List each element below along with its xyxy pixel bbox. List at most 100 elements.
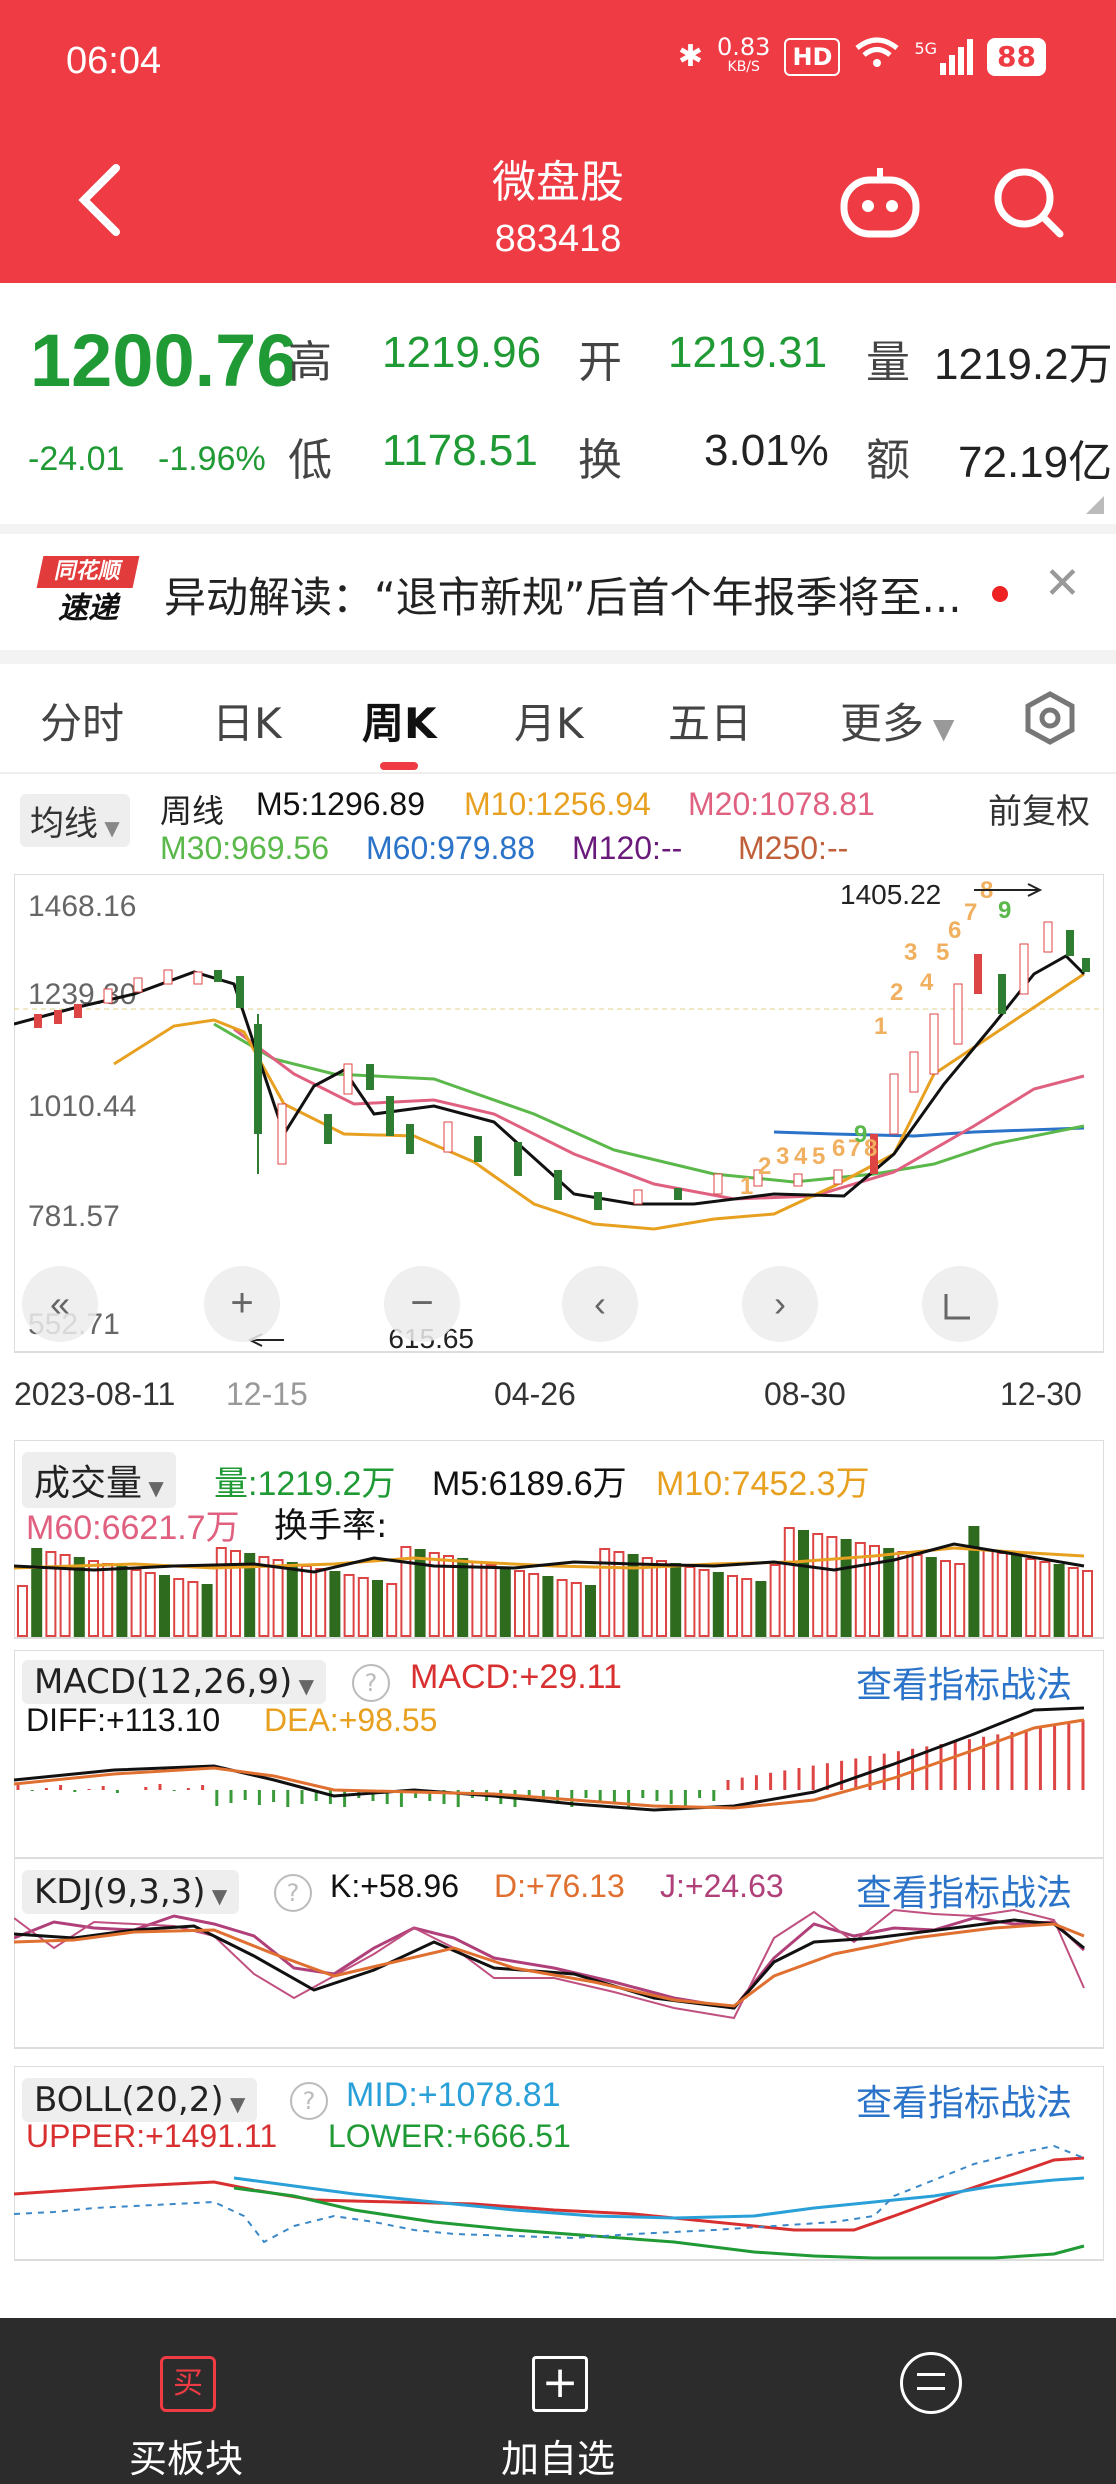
volume-bar: [286, 1562, 298, 1637]
tab-more[interactable]: 更多 ▼: [840, 690, 954, 751]
ma120-value: M120:--: [572, 830, 683, 866]
volume-bar: [641, 1557, 653, 1637]
volume-bar: [727, 1575, 738, 1637]
ma60-value: M60:979.88: [366, 830, 536, 866]
kdj-chart: [14, 1858, 1104, 2049]
tab-monthly-k[interactable]: 月K: [514, 690, 584, 751]
volume-bar: [301, 1565, 312, 1637]
volume-bar: [897, 1551, 909, 1637]
page-title: 微盘股: [492, 157, 624, 208]
fullscreen-button[interactable]: [922, 1266, 998, 1342]
chart-controls: « + − ‹ ›: [22, 1266, 998, 1342]
tab-weekly-k[interactable]: 周K: [362, 690, 437, 751]
volume-bar: [982, 1549, 994, 1637]
svg-text:3: 3: [904, 939, 917, 966]
macd-chart: [14, 1650, 1104, 1859]
zoom-in-button[interactable]: +: [204, 1266, 280, 1342]
divider: [0, 524, 1116, 534]
svg-text:4: 4: [920, 969, 934, 996]
volume-bar: [528, 1573, 540, 1637]
robot-assistant-button[interactable]: [838, 162, 922, 246]
divider: [0, 650, 1116, 664]
x-label: 04-26: [494, 1376, 576, 1412]
svg-text:6: 6: [948, 917, 961, 944]
amount-label: 额: [866, 435, 910, 486]
svg-text:7: 7: [964, 899, 977, 926]
zoom-out-button[interactable]: −: [384, 1266, 460, 1342]
svg-text:«: «: [50, 1283, 70, 1324]
tab-daily-k[interactable]: 日K: [212, 690, 282, 751]
volume-bar: [783, 1527, 795, 1637]
volume-bar: [485, 1564, 497, 1637]
svg-text:3: 3: [776, 1143, 789, 1170]
volume-bar: [215, 1547, 227, 1637]
volume-bar: [755, 1581, 767, 1637]
search-icon: [994, 168, 1064, 238]
nav-add-watchlist[interactable]: + 加自选: [372, 2318, 744, 2484]
battery-icon: 88: [987, 37, 1046, 76]
candles: [34, 921, 1090, 1210]
volume-bar: [769, 1564, 781, 1637]
kline-chart[interactable]: 1468.16 1239.30 1010.44 781.57 552.71 1 …: [14, 874, 1104, 1354]
search-button[interactable]: [990, 164, 1066, 244]
ma20-value: M20:1078.81: [688, 786, 875, 822]
volume-value: 1219.2万: [934, 340, 1113, 389]
svg-text:+: +: [230, 1281, 253, 1325]
index-code: 883418: [494, 218, 622, 260]
tab-five-day[interactable]: 五日: [668, 690, 752, 751]
volume-bar: [372, 1580, 383, 1637]
volume-bar: [869, 1545, 880, 1637]
ma-selector[interactable]: 均线 ▼: [20, 794, 130, 847]
bottom-nav: 买 买板块 + 加自选: [0, 2318, 1116, 2484]
volume-bar: [925, 1557, 937, 1637]
settings-hexagon-icon[interactable]: [1022, 690, 1078, 750]
close-icon[interactable]: ✕: [1044, 558, 1081, 609]
x-label: 08-30: [764, 1376, 846, 1412]
x-label: 2023-08-11: [14, 1376, 176, 1412]
app-header: 06:04 ✱ 0.83 KB/S HD 5G 88 微盘股 883418: [0, 0, 1116, 283]
divider: [0, 772, 1116, 774]
volume-bar: [329, 1571, 341, 1637]
nav-buy-sector[interactable]: 买 买板块: [0, 2318, 372, 2484]
svg-text:2: 2: [890, 979, 903, 1006]
ma10-value: M10:1256.94: [464, 786, 651, 822]
nav-menu[interactable]: [744, 2318, 1116, 2484]
scroll-left-button[interactable]: ‹: [562, 1266, 638, 1342]
news-ticker[interactable]: 同花顺 速递 异动解读：“退市新规”后首个年报季将至... ✕: [0, 534, 1116, 650]
ma250-value: M250:--: [738, 830, 849, 866]
svg-text:5: 5: [812, 1143, 825, 1170]
status-time: 06:04: [66, 40, 162, 82]
ma20-line: [233, 1027, 1085, 1201]
svg-text:2: 2: [758, 1153, 771, 1180]
turnover-value: 3.01%: [704, 426, 829, 475]
scroll-right-button[interactable]: ›: [742, 1266, 818, 1342]
signal-icon: 5G: [914, 38, 974, 75]
tab-timeshare[interactable]: 分时: [40, 690, 124, 751]
zoom-out-left-button[interactable]: «: [22, 1266, 98, 1342]
adjust-mode[interactable]: 前复权: [988, 784, 1090, 833]
volume-bar: [968, 1526, 980, 1637]
volume-bar: [670, 1563, 682, 1637]
plus-box-icon: +: [532, 2356, 588, 2412]
volume-bar: [187, 1581, 199, 1637]
volume-bar: [1053, 1564, 1065, 1637]
volume-bar: [542, 1576, 554, 1637]
expand-triangle-icon[interactable]: [1086, 496, 1104, 514]
volume-bar: [698, 1569, 710, 1637]
ma-period: 周线: [160, 793, 225, 829]
open-label: 开: [578, 337, 622, 388]
high-value: 1219.96: [382, 328, 542, 377]
svg-text:1: 1: [740, 1173, 753, 1200]
volume-bar: [514, 1570, 525, 1637]
volume-bar: [343, 1574, 355, 1637]
volume-bar: [102, 1563, 114, 1637]
volume-bar: [258, 1556, 270, 1637]
news-headline[interactable]: 异动解读：“退市新规”后首个年报季将至...: [164, 564, 962, 625]
volume-bar: [556, 1579, 568, 1637]
volume-bar: [826, 1536, 838, 1637]
volume-bar: [570, 1582, 582, 1637]
volume-bar: [31, 1548, 43, 1637]
volume-bar: [1011, 1555, 1022, 1637]
menu-circle-icon: [900, 2352, 962, 2414]
high-label: 高: [288, 337, 332, 388]
